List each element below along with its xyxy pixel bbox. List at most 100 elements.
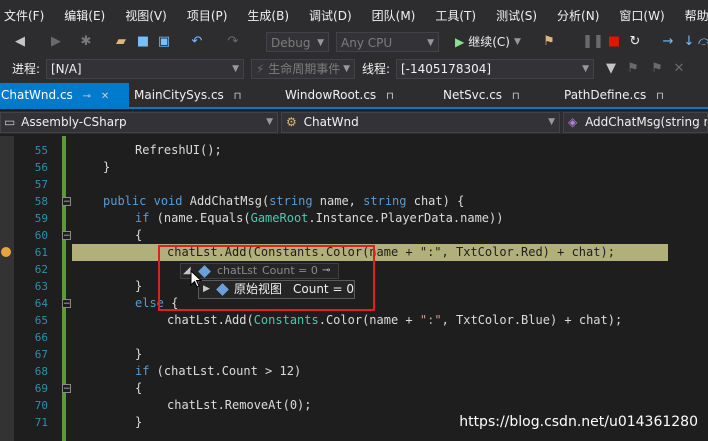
line-number: 69 (34, 382, 48, 395)
tab-netsvc[interactable]: NetSvc.cs ⊓ (443, 83, 520, 107)
menu-window[interactable]: 窗口(W) (609, 7, 674, 24)
close-icon[interactable]: ✕ (101, 91, 109, 102)
class-select[interactable]: ⚙ ChatWnd ▼ (281, 112, 560, 133)
code-line: 59 if (name.Equals(GameRoot.Instance.Pla… (0, 210, 708, 227)
method-icon: ◈ (568, 115, 578, 129)
redo-icon[interactable]: ↷ (225, 34, 241, 50)
save-icon[interactable]: ■ (135, 34, 151, 50)
code-line: 57 (0, 176, 708, 193)
navigation-bar: ▭ Assembly-CSharp ▼ ⚙ ChatWnd ▼ ◈ AddCha… (0, 111, 708, 134)
member-value: AddChatMsg(string n (585, 115, 708, 129)
line-number: 56 (34, 161, 48, 174)
pause-icon[interactable]: ❚❚ (582, 34, 604, 50)
code-text: if (name.Equals(GameRoot.Instance.Player… (135, 211, 504, 225)
menu-file[interactable]: 文件(F) (0, 7, 54, 24)
flag-all-icon[interactable]: ⚑ (649, 61, 665, 77)
flag-thread-icon[interactable]: ⚑ (625, 61, 641, 77)
collapse-icon[interactable]: − (62, 197, 71, 207)
chevron-down-icon: ▼ (266, 117, 273, 127)
watermark: https://blog.csdn.net/u014361280 (459, 414, 698, 430)
step-over-icon[interactable]: ⤼ (697, 34, 708, 50)
chevron-down-icon: ▼ (232, 64, 239, 74)
back-icon[interactable]: ◀ (12, 34, 28, 50)
member-select[interactable]: ◈ AddChatMsg(string n (563, 112, 708, 133)
platform-select[interactable]: Any CPU ▼ (336, 32, 439, 52)
collapse-icon[interactable]: − (62, 299, 71, 309)
thread-select[interactable]: [-1405178304] ▼ (396, 59, 594, 79)
line-number: 55 (34, 144, 48, 157)
code-text: chatLst.RemoveAt(0); (167, 398, 312, 412)
lifecycle-events-select[interactable]: ⚡ 生命周期事件 ▼ (251, 59, 355, 79)
tab-windowroot[interactable]: WindowRoot.cs ⊓ (285, 83, 394, 107)
pin-icon[interactable]: ⊸ (83, 91, 91, 102)
code-text: chatLst.Add(Constants.Color(name + ":", … (167, 313, 623, 327)
code-text: } (135, 279, 143, 293)
document-tabs: ChatWnd.cs ⊸ ✕ MainCitySys.cs ⊓ WindowRo… (0, 83, 708, 109)
code-line: 70 chatLst.RemoveAt(0); (0, 397, 708, 414)
attach-icon[interactable]: ⚑ (541, 34, 557, 50)
save-all-icon[interactable]: ▣ (156, 34, 172, 50)
menu-test[interactable]: 测试(S) (486, 7, 547, 24)
code-text: { (135, 228, 143, 242)
show-next-statement-icon[interactable]: → (660, 34, 676, 50)
unflag-icon[interactable]: ✕ (671, 61, 687, 77)
lifecycle-icon: ⚡ (256, 62, 265, 76)
menu-tools[interactable]: 工具(T) (425, 7, 486, 24)
process-select[interactable]: [N/A] ▼ (46, 59, 244, 79)
tab-chatwnd[interactable]: ChatWnd.cs ⊸ ✕ (0, 83, 129, 107)
code-line: 69 { (0, 380, 708, 397)
platform-value: Any CPU (341, 36, 393, 50)
line-number: 57 (34, 178, 48, 191)
chevron-down-icon: ▼ (582, 64, 589, 74)
code-line: 67 } (0, 346, 708, 363)
forward-icon[interactable]: ▶ (48, 34, 64, 50)
step-into-icon[interactable]: ↓ (681, 34, 697, 50)
menu-help[interactable]: 帮助(H) (675, 7, 708, 24)
lock-icon: ⊓ (656, 91, 664, 102)
tab-label: WindowRoot.cs (285, 88, 377, 102)
new-project-icon[interactable]: ✱ (78, 34, 94, 50)
line-number: 65 (34, 314, 48, 327)
class-icon: ⚙ (286, 115, 297, 129)
class-value: ChatWnd (303, 115, 359, 129)
configuration-value: Debug (271, 36, 311, 50)
code-line: 68 if (chatLst.Count > 12) (0, 363, 708, 380)
restart-icon[interactable]: ↻ (627, 34, 643, 50)
undo-icon[interactable]: ↶ (189, 34, 205, 50)
tab-maincitysys[interactable]: MainCitySys.cs ⊓ (134, 83, 241, 107)
chevron-down-icon: ▼ (427, 38, 434, 48)
filter-icon[interactable]: ▼ (603, 61, 619, 77)
lock-icon: ⊓ (386, 91, 394, 102)
configuration-select[interactable]: Debug ▼ (266, 32, 329, 52)
menu-view[interactable]: 视图(V) (115, 7, 177, 24)
chevron-down-icon: ▼ (317, 38, 324, 48)
menu-analyze[interactable]: 分析(N) (547, 7, 609, 24)
line-number: 62 (34, 263, 48, 276)
continue-button[interactable]: ▶ 继续(C) ▼ (455, 32, 521, 52)
menu-project[interactable]: 项目(P) (177, 7, 238, 24)
tab-pathdefine[interactable]: PathDefine.cs ⊓ (564, 83, 664, 107)
open-file-icon[interactable]: ▰ (113, 34, 129, 50)
menu-team[interactable]: 团队(M) (362, 7, 426, 24)
project-select[interactable]: ▭ Assembly-CSharp ▼ (0, 112, 278, 133)
code-line: 60 { (0, 227, 708, 244)
lock-icon: ⊓ (511, 91, 520, 102)
line-number: 59 (34, 212, 48, 225)
collapse-icon[interactable]: − (62, 384, 71, 394)
code-line: 55 RefreshUI(); (0, 142, 708, 159)
menu-edit[interactable]: 编辑(E) (54, 7, 115, 24)
line-number: 64 (34, 297, 48, 310)
line-number: 61 (34, 246, 48, 259)
chevron-down-icon: ▼ (548, 117, 555, 127)
code-line: 66 (0, 329, 708, 346)
code-text: RefreshUI(); (135, 143, 222, 157)
menu-debug[interactable]: 调试(D) (299, 7, 362, 24)
line-number: 60 (34, 229, 48, 242)
collapse-icon[interactable]: − (62, 231, 71, 241)
annotation-rectangle (158, 245, 375, 311)
menu-build[interactable]: 生成(B) (237, 7, 299, 24)
tab-label: NetSvc.cs (443, 88, 503, 102)
stop-icon[interactable]: ■ (606, 34, 622, 50)
chevron-down-icon: ▼ (513, 37, 521, 47)
chevron-down-icon: ▼ (343, 64, 350, 74)
